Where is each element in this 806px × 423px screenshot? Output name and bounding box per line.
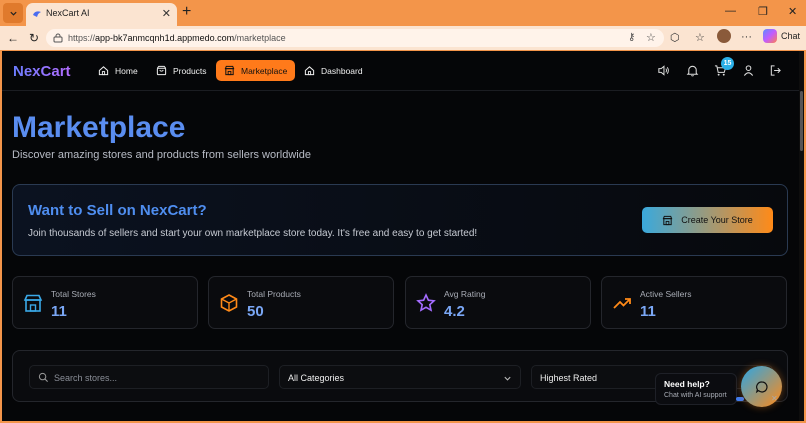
profile-avatar[interactable] — [717, 29, 731, 43]
chevron-down-icon — [504, 376, 511, 381]
browser-tab[interactable]: NexCart AI ✕ — [26, 3, 177, 26]
new-tab-button[interactable]: + — [182, 3, 191, 21]
url-text: https://app-bk7anmcqnh1d.appmedo.com/mar… — [68, 33, 286, 43]
minimize-icon[interactable]: — — [725, 5, 736, 17]
status-indicator — [736, 397, 744, 401]
window-close-icon[interactable]: ✕ — [788, 5, 797, 18]
user-icon[interactable] — [742, 64, 755, 77]
create-store-button[interactable]: Create Your Store — [642, 207, 773, 233]
tab-title: NexCart AI — [46, 8, 90, 18]
chevron-down-icon — [9, 11, 17, 16]
scroll-thumb[interactable] — [800, 91, 803, 151]
store-icon — [224, 65, 235, 76]
logout-icon[interactable] — [769, 64, 782, 77]
box-icon — [220, 294, 238, 312]
refresh-icon[interactable]: ↻ — [29, 31, 39, 45]
favorite-star-icon[interactable]: ☆ — [646, 31, 656, 44]
tab-close-icon[interactable]: ✕ — [162, 7, 171, 20]
favorites-icon[interactable]: ☆ — [695, 31, 705, 44]
back-icon[interactable]: ← — [7, 31, 19, 45]
category-select[interactable]: All Categories — [279, 365, 521, 389]
more-icon[interactable]: ··· — [741, 31, 752, 43]
nav-home[interactable]: Home — [90, 60, 146, 81]
help-tooltip[interactable]: Need help? Chat with AI support — [655, 373, 737, 405]
tab-actions-menu[interactable] — [3, 3, 23, 23]
scrollbar[interactable] — [799, 51, 804, 421]
stat-card-avg-rating: Avg Rating 4.2 — [405, 276, 591, 329]
nav-products[interactable]: Products — [148, 60, 215, 81]
help-close-icon[interactable]: ✕ — [771, 394, 778, 403]
home-icon — [98, 66, 109, 76]
sell-cta-card: Want to Sell on NexCart? Join thousands … — [12, 184, 788, 256]
search-icon — [38, 372, 49, 383]
sell-cta-title: Want to Sell on NexCart? — [28, 202, 207, 219]
nav-marketplace[interactable]: Marketplace — [216, 60, 296, 81]
store-icon — [662, 215, 673, 225]
home-icon — [304, 66, 315, 76]
copilot-icon — [763, 29, 777, 43]
favicon-icon — [33, 11, 41, 17]
brand-logo[interactable]: NexCart — [13, 63, 71, 80]
extensions-icon[interactable]: ⬡ — [670, 31, 680, 44]
page-title: Marketplace — [12, 111, 186, 144]
star-icon — [416, 293, 436, 312]
stat-card-active-sellers: Active Sellers 11 — [601, 276, 787, 329]
copilot-button[interactable]: Chat — [763, 29, 800, 43]
store-icon — [23, 294, 43, 312]
speaker-icon[interactable] — [657, 64, 670, 77]
stat-card-total-stores: Total Stores 11 — [12, 276, 198, 329]
sell-cta-description: Join thousands of sellers and start your… — [28, 228, 478, 239]
bag-icon — [156, 65, 167, 76]
site-info-icon[interactable] — [53, 33, 63, 43]
chat-bubble-icon — [755, 380, 768, 393]
trending-up-icon — [613, 298, 631, 309]
key-icon[interactable]: ⚷ — [628, 32, 635, 43]
nav-dashboard[interactable]: Dashboard — [296, 60, 371, 81]
restore-icon[interactable]: ❐ — [758, 5, 768, 18]
search-field[interactable] — [29, 365, 269, 389]
browser-address-bar: ← ↻ https://app-bk7anmcqnh1d.appmedo.com… — [0, 26, 806, 50]
bell-icon[interactable] — [686, 64, 699, 77]
top-navigation: NexCart Home Products Marketplace Dashbo… — [2, 51, 799, 91]
browser-tab-bar: NexCart AI ✕ + — ❐ ✕ — [0, 0, 806, 26]
cart-count-badge: 15 — [721, 57, 734, 70]
page-viewport: NexCart Home Products Marketplace Dashbo… — [2, 51, 804, 421]
url-field[interactable]: https://app-bk7anmcqnh1d.appmedo.com/mar… — [46, 29, 664, 47]
page-subtitle: Discover amazing stores and products fro… — [12, 149, 311, 161]
stat-card-total-products: Total Products 50 — [208, 276, 394, 329]
search-input[interactable] — [54, 370, 264, 386]
